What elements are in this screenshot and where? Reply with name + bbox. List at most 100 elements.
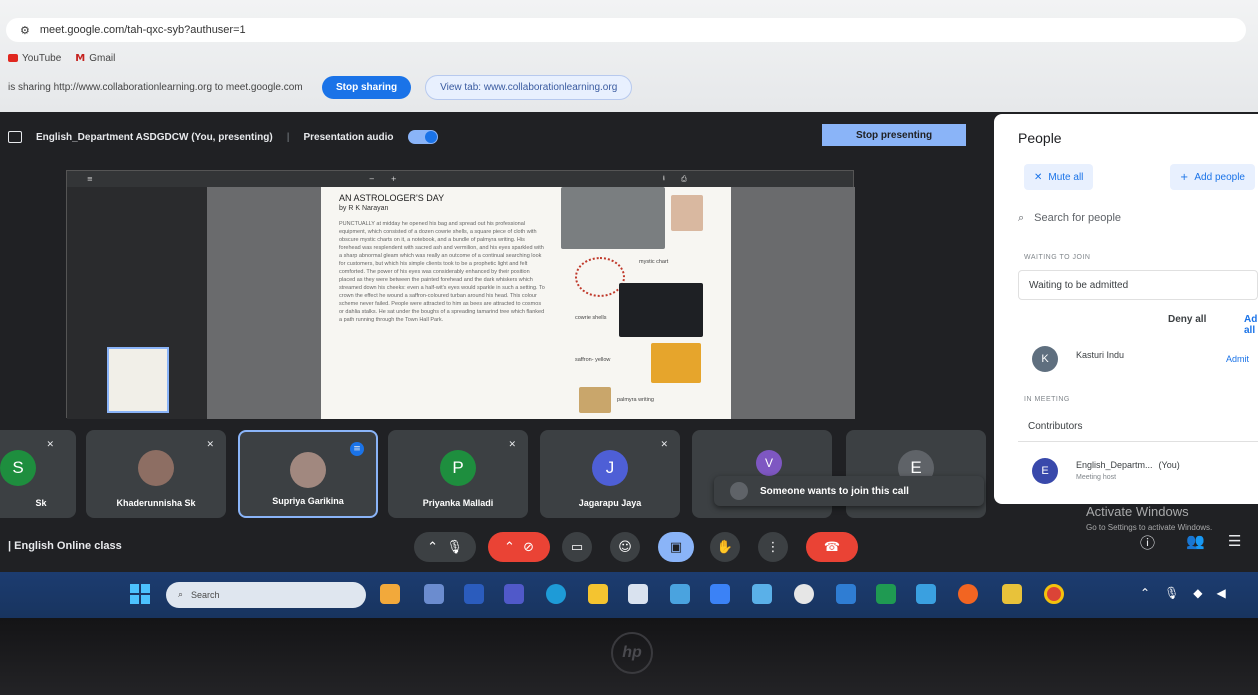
participant-tile[interactable]: ✕ Khaderunnisha Sk: [86, 430, 226, 518]
participant-tile[interactable]: P ✕ Priyanka Malladi: [388, 430, 528, 518]
participant-tile[interactable]: S ✕ Sk: [0, 430, 76, 518]
page-thumbnail[interactable]: [107, 347, 169, 413]
waiting-person-name: Kasturi Indu: [1076, 350, 1125, 360]
address-bar[interactable]: ⚙ meet.google.com/tah-qxc-syb?authuser=1: [6, 18, 1246, 42]
task-view-icon[interactable]: [424, 584, 444, 604]
chevron-up-icon: ⌃: [427, 539, 439, 555]
add-person-icon: +: [1180, 171, 1189, 183]
edge-icon[interactable]: [546, 584, 566, 604]
zoom-in-icon[interactable]: +: [391, 175, 397, 183]
site-info-icon[interactable]: ⚙: [20, 24, 30, 37]
avatar: P: [440, 450, 476, 486]
widgets-icon[interactable]: [380, 584, 400, 604]
in-meeting-header: IN MEETING: [1024, 396, 1070, 403]
firefox-icon[interactable]: [958, 584, 978, 604]
volume-icon[interactable]: ◀: [1217, 586, 1226, 600]
app-icon[interactable]: [1002, 584, 1022, 604]
mute-all-button[interactable]: ✕ Mute all: [1024, 164, 1094, 190]
waiting-section[interactable]: Waiting to be admitted: [1018, 270, 1258, 300]
browser-chrome: ⚙ meet.google.com/tah-qxc-syb?authuser=1…: [0, 0, 1258, 112]
wifi-icon[interactable]: ◆: [1193, 586, 1202, 600]
taskbar-search[interactable]: ⌕ Search: [166, 582, 366, 608]
admit-button[interactable]: Admit: [1226, 354, 1249, 364]
store-icon[interactable]: [628, 584, 648, 604]
contributors-section[interactable]: Contributors: [1018, 412, 1258, 442]
youtube-icon: [8, 54, 18, 62]
view-tab-button[interactable]: View tab: www.collaborationlearning.org: [425, 74, 633, 100]
waiting-header: WAITING TO JOIN: [1024, 254, 1091, 261]
captions-button[interactable]: ▭: [562, 532, 592, 562]
meeting-name: | English Online class: [8, 540, 122, 552]
stop-presenting-button[interactable]: Stop presenting: [822, 124, 966, 146]
people-icon[interactable]: 👥: [1186, 532, 1205, 550]
participant-tile[interactable]: J ✕ Jagarapu Jaya: [540, 430, 680, 518]
mic-button[interactable]: ⌃ 🎙: [414, 532, 476, 562]
mic-off-icon: ✕: [1034, 171, 1043, 183]
present-icon: ▣: [669, 539, 683, 555]
app-icon[interactable]: [836, 584, 856, 604]
print-icon[interactable]: ⎙: [681, 175, 687, 184]
page-margin-left: [207, 187, 321, 419]
participant-tile-speaking[interactable]: ≡ Supriya Garikina: [238, 430, 378, 518]
leave-call-button[interactable]: ☎: [806, 532, 858, 562]
document-body: PUNCTUALLY at midday he opened his bag a…: [339, 221, 545, 323]
excel-icon[interactable]: [876, 584, 896, 604]
mic-off-icon: ✕: [660, 440, 668, 450]
mic-off-icon: ✕: [46, 440, 54, 450]
panel-title: People: [1018, 130, 1062, 146]
activate-windows-subtitle: Go to Settings to activate Windows.: [1086, 523, 1213, 532]
zoom-out-icon[interactable]: −: [369, 175, 375, 183]
presentation-audio-toggle[interactable]: [407, 130, 438, 144]
presented-document: ≡ − + ⭳ ⎙ AN ASTROLOGER'S DAY by R K Nar…: [66, 170, 855, 419]
deny-all-button[interactable]: Deny all: [1168, 314, 1206, 325]
app-icon[interactable]: [752, 584, 772, 604]
raise-hand-icon: ✋: [716, 539, 734, 555]
join-request-toast[interactable]: Someone wants to join this call: [714, 476, 984, 506]
chevron-up-icon[interactable]: ⌃: [1140, 586, 1150, 600]
mic-icon[interactable]: 🎙: [1164, 586, 1179, 600]
host-role: Meeting host: [1076, 474, 1117, 481]
word-icon[interactable]: [464, 584, 484, 604]
bookmark-youtube[interactable]: YouTube: [8, 53, 61, 64]
reactions-button[interactable]: ☺: [610, 532, 640, 562]
sharing-infobar: is sharing http://www.collaborationlearn…: [0, 72, 1258, 102]
present-button[interactable]: ▣: [658, 532, 694, 562]
add-people-button[interactable]: + Add people: [1170, 164, 1255, 190]
admit-all-button[interactable]: Admit all: [1244, 314, 1258, 336]
raise-hand-button[interactable]: ✋: [710, 532, 740, 562]
mic-icon: 🎙: [446, 539, 463, 555]
camera-button[interactable]: ⌃ ⊘: [488, 532, 550, 562]
chevron-up-icon: ⌃: [503, 539, 515, 555]
chat-icon[interactable]: ☰: [1228, 532, 1241, 550]
app-icon[interactable]: [710, 584, 730, 604]
caption-cowrie-shells: cowrie shells: [575, 315, 607, 321]
presenter-label: English_Department ASDGDCW (You, present…: [36, 131, 273, 143]
screen: ⚙ meet.google.com/tah-qxc-syb?authuser=1…: [0, 0, 1258, 695]
menu-icon[interactable]: ≡: [87, 175, 93, 183]
stop-sharing-button[interactable]: Stop sharing: [322, 75, 412, 99]
search-people-input[interactable]: ⌕ Search for people: [1018, 204, 1258, 232]
activate-windows-title: Activate Windows: [1086, 504, 1189, 519]
gmail-icon: M: [75, 52, 86, 64]
emoji-icon: ☺: [618, 539, 632, 555]
more-options-button[interactable]: ⋮: [758, 532, 788, 562]
app-icon[interactable]: [794, 584, 814, 604]
avatar: E: [1032, 458, 1058, 484]
system-tray: ⌃ 🎙 ◆ ◀: [1140, 586, 1226, 600]
app-icon[interactable]: [916, 584, 936, 604]
chrome-icon[interactable]: [1044, 584, 1064, 604]
caption-saffron: saffron- yellow: [575, 357, 611, 363]
meet-window: English_Department ASDGDCW (You, present…: [0, 112, 1258, 572]
search-icon: ⌕: [178, 590, 184, 600]
info-icon[interactable]: ⓘ: [1140, 532, 1155, 553]
saffron-image: [651, 343, 701, 383]
thumbnail-pane: [67, 187, 207, 419]
bookmark-gmail[interactable]: M Gmail: [75, 53, 115, 64]
portrait-photo: [671, 195, 703, 231]
teams-icon[interactable]: [504, 584, 524, 604]
app-icon[interactable]: [670, 584, 690, 604]
file-explorer-icon[interactable]: [588, 584, 608, 604]
windows-start-icon[interactable]: [130, 584, 150, 604]
search-icon: ⌕: [1018, 211, 1025, 224]
download-icon[interactable]: ⭳: [663, 174, 665, 185]
